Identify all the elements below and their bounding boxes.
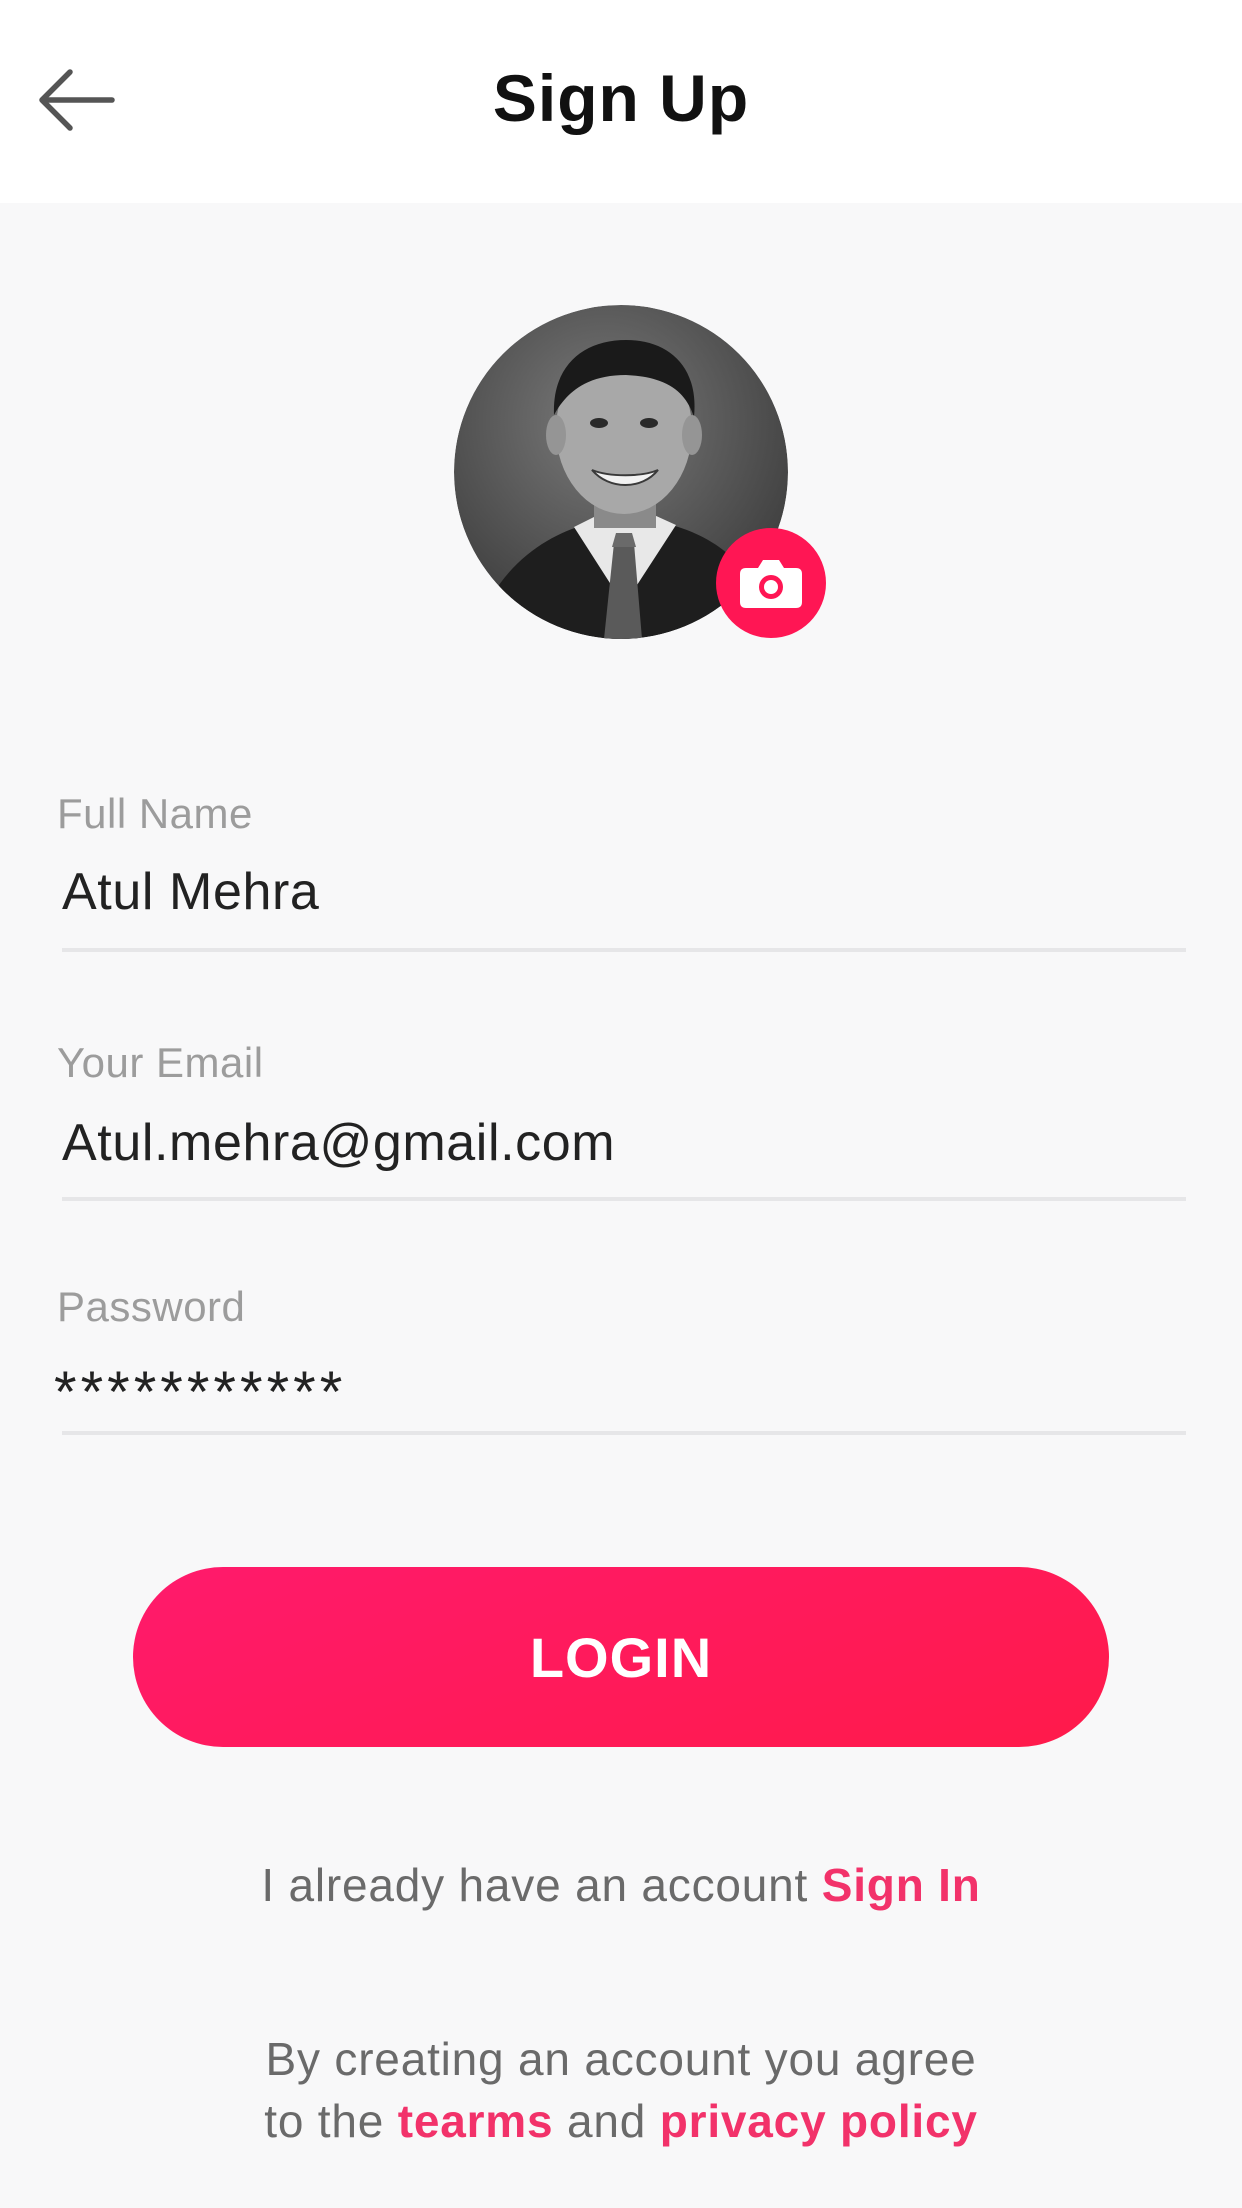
sign-in-link[interactable]: Sign In	[822, 1859, 981, 1911]
terms-prefix: to the	[264, 2095, 385, 2147]
page-title: Sign Up	[492, 61, 750, 135]
password-label: Password	[57, 1283, 246, 1330]
email-label: Your Email	[57, 1039, 264, 1086]
full-name-underline	[62, 948, 1186, 952]
terms-link[interactable]: tearms	[398, 2095, 554, 2147]
password-underline	[62, 1431, 1186, 1435]
password-input[interactable]	[54, 1359, 1174, 1426]
avatar-section	[454, 305, 826, 639]
signin-prompt: I already have an account Sign In	[0, 1858, 1242, 1912]
signin-prompt-text: I already have an account	[261, 1859, 809, 1911]
app-header: Sign Up	[0, 0, 1242, 203]
terms-notice: By creating an account you agree to the …	[0, 2028, 1242, 2152]
terms-line-1: By creating an account you agree	[265, 2033, 977, 2085]
email-input[interactable]	[62, 1113, 1182, 1173]
login-button[interactable]: LOGIN	[133, 1567, 1109, 1747]
terms-and: and	[566, 2095, 647, 2147]
full-name-input[interactable]	[62, 862, 1182, 922]
camera-icon	[740, 560, 802, 608]
email-underline	[62, 1197, 1186, 1201]
terms-line-2: to the tearms and privacy policy	[0, 2090, 1242, 2152]
privacy-policy-link[interactable]: privacy policy	[660, 2095, 978, 2147]
full-name-label: Full Name	[57, 790, 253, 837]
change-photo-button[interactable]	[716, 528, 826, 638]
